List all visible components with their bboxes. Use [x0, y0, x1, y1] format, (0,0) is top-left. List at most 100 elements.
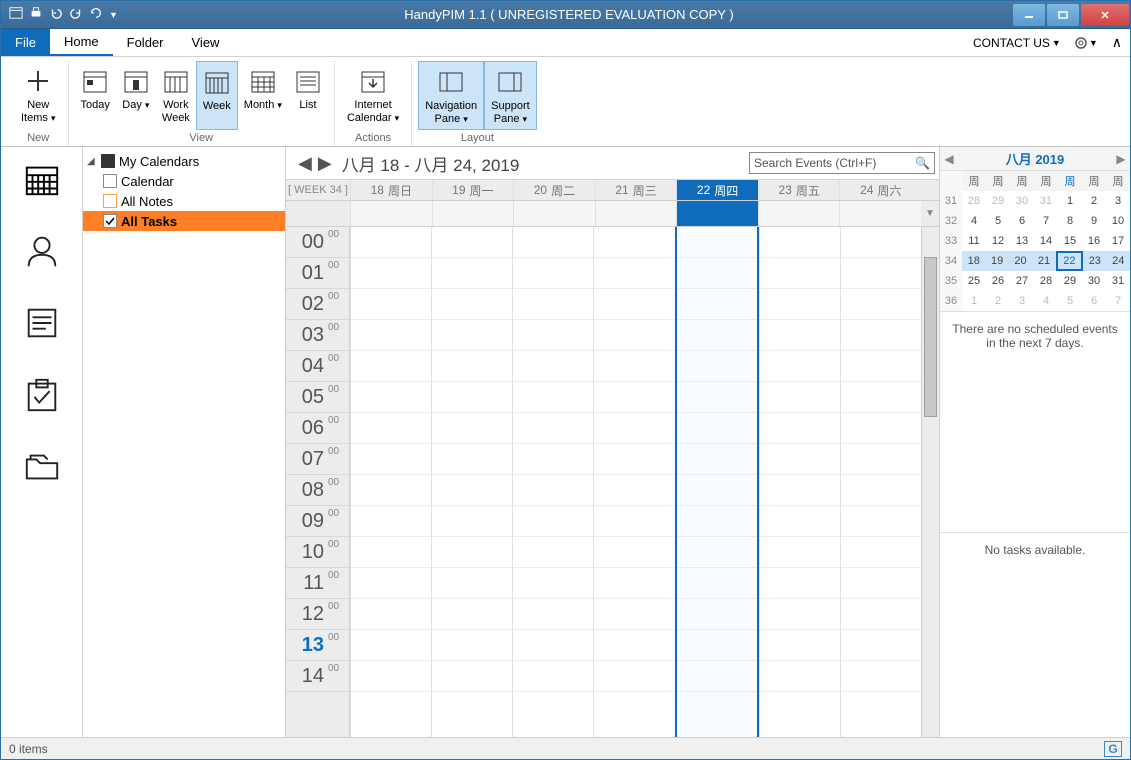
- tree-checkbox[interactable]: [103, 174, 117, 188]
- tree-checkbox[interactable]: [103, 214, 117, 228]
- mini-day[interactable]: 28: [1034, 271, 1058, 291]
- mini-day[interactable]: 4: [1034, 291, 1058, 311]
- mini-day[interactable]: 16: [1082, 231, 1106, 251]
- mini-day[interactable]: 3: [1106, 191, 1130, 211]
- menu-file[interactable]: File: [1, 29, 50, 56]
- mini-day[interactable]: 22: [1056, 251, 1083, 271]
- menu-folder[interactable]: Folder: [113, 29, 178, 56]
- close-button[interactable]: [1081, 4, 1129, 26]
- refresh-icon[interactable]: [89, 6, 103, 23]
- mini-day[interactable]: 2: [1082, 191, 1106, 211]
- day-column[interactable]: [431, 227, 512, 737]
- mini-day[interactable]: 1: [962, 291, 986, 311]
- mini-day[interactable]: 7: [1106, 291, 1130, 311]
- day-column[interactable]: [675, 227, 759, 737]
- list-button[interactable]: List: [288, 61, 328, 130]
- settings-button[interactable]: ▼: [1067, 29, 1104, 56]
- next-week-button[interactable]: ▶: [316, 153, 334, 174]
- tree-calendar[interactable]: Calendar: [83, 171, 285, 191]
- mini-day[interactable]: 1: [1058, 191, 1082, 211]
- mini-day[interactable]: 29: [1058, 271, 1082, 291]
- support-pane-button[interactable]: Support Pane ▾: [484, 61, 537, 130]
- day-button[interactable]: Day ▾: [116, 61, 156, 130]
- mini-day[interactable]: 25: [962, 271, 986, 291]
- mini-day[interactable]: 11: [962, 231, 986, 251]
- contact-us-button[interactable]: CONTACT US ▼: [967, 29, 1067, 56]
- mini-day[interactable]: 18: [962, 251, 985, 271]
- mini-day[interactable]: 6: [1010, 211, 1034, 231]
- allday-cell[interactable]: [758, 201, 840, 226]
- mini-next-button[interactable]: ▶: [1112, 152, 1130, 166]
- allday-cell[interactable]: [839, 201, 921, 226]
- day-header[interactable]: 19 周一: [432, 180, 514, 200]
- internet-calendar-button[interactable]: Internet Calendar ▾: [341, 61, 405, 130]
- tree-all-tasks[interactable]: All Tasks: [83, 211, 285, 231]
- mini-day[interactable]: 12: [986, 231, 1010, 251]
- month-button[interactable]: Month ▾: [238, 61, 288, 130]
- mini-day[interactable]: 31: [1106, 271, 1130, 291]
- day-header[interactable]: 21 周三: [595, 180, 677, 200]
- day-header[interactable]: 20 周二: [513, 180, 595, 200]
- mini-day[interactable]: 27: [1010, 271, 1034, 291]
- day-header[interactable]: 24 周六: [839, 180, 921, 200]
- mini-day[interactable]: 17: [1106, 231, 1130, 251]
- redo-icon[interactable]: [69, 6, 83, 23]
- navigation-pane-button[interactable]: Navigation Pane ▾: [418, 61, 484, 130]
- mini-day[interactable]: 6: [1082, 291, 1106, 311]
- mini-day[interactable]: 26: [986, 271, 1010, 291]
- print-icon[interactable]: [29, 6, 43, 23]
- mini-day[interactable]: 5: [1058, 291, 1082, 311]
- allday-cell[interactable]: [676, 201, 758, 226]
- allday-cell[interactable]: [595, 201, 677, 226]
- scrollbar[interactable]: [921, 227, 939, 737]
- mini-day[interactable]: 20: [1009, 251, 1032, 271]
- day-column[interactable]: [350, 227, 431, 737]
- tasks-module-button[interactable]: [18, 371, 66, 419]
- allday-cell[interactable]: [350, 201, 432, 226]
- today-button[interactable]: Today: [75, 61, 116, 130]
- day-column[interactable]: [512, 227, 593, 737]
- contacts-module-button[interactable]: [18, 227, 66, 275]
- qat-dropdown[interactable]: ▼: [109, 10, 118, 20]
- mini-day[interactable]: 14: [1034, 231, 1058, 251]
- tree-my-calendars[interactable]: ◢ My Calendars: [83, 151, 285, 171]
- allday-expand-button[interactable]: ▼: [921, 201, 939, 226]
- mini-prev-button[interactable]: ◀: [940, 152, 958, 166]
- mini-day[interactable]: 30: [1010, 191, 1034, 211]
- search-input[interactable]: Search Events (Ctrl+F) 🔍: [749, 152, 935, 174]
- collapse-ribbon-button[interactable]: ∧: [1104, 29, 1130, 56]
- tree-checkbox[interactable]: [103, 194, 117, 208]
- day-column[interactable]: [759, 227, 840, 737]
- folders-module-button[interactable]: [18, 443, 66, 491]
- mini-day[interactable]: 8: [1058, 211, 1082, 231]
- mini-calendar[interactable]: 周周周周周周周312829303112332456789103311121314…: [940, 171, 1130, 311]
- mini-day[interactable]: 7: [1034, 211, 1058, 231]
- mini-day[interactable]: 13: [1010, 231, 1034, 251]
- day-header[interactable]: 23 周五: [758, 180, 840, 200]
- mini-day[interactable]: 10: [1106, 211, 1130, 231]
- mini-day[interactable]: 15: [1058, 231, 1082, 251]
- allday-cell[interactable]: [513, 201, 595, 226]
- menu-view[interactable]: View: [178, 29, 234, 56]
- prev-week-button[interactable]: ◀: [296, 153, 314, 174]
- menu-home[interactable]: Home: [50, 29, 113, 56]
- work-week-button[interactable]: Work Week: [156, 61, 196, 130]
- calendar-module-button[interactable]: [18, 155, 66, 203]
- day-column[interactable]: [840, 227, 921, 737]
- mini-day[interactable]: 29: [986, 191, 1010, 211]
- mini-day[interactable]: 30: [1082, 271, 1106, 291]
- mini-day[interactable]: 9: [1082, 211, 1106, 231]
- mini-day[interactable]: 23: [1083, 251, 1106, 271]
- mini-day[interactable]: 3: [1010, 291, 1034, 311]
- mini-day[interactable]: 4: [962, 211, 986, 231]
- new-items-button[interactable]: New Items ▾: [15, 61, 62, 130]
- mini-day[interactable]: 2: [986, 291, 1010, 311]
- mini-day[interactable]: 31: [1034, 191, 1058, 211]
- mini-day[interactable]: 19: [985, 251, 1008, 271]
- status-icon[interactable]: G: [1104, 741, 1122, 757]
- day-header[interactable]: 18 周日: [350, 180, 432, 200]
- scrollbar-thumb[interactable]: [924, 257, 937, 417]
- week-button[interactable]: Week: [196, 61, 238, 130]
- undo-icon[interactable]: [49, 6, 63, 23]
- mini-day[interactable]: 5: [986, 211, 1010, 231]
